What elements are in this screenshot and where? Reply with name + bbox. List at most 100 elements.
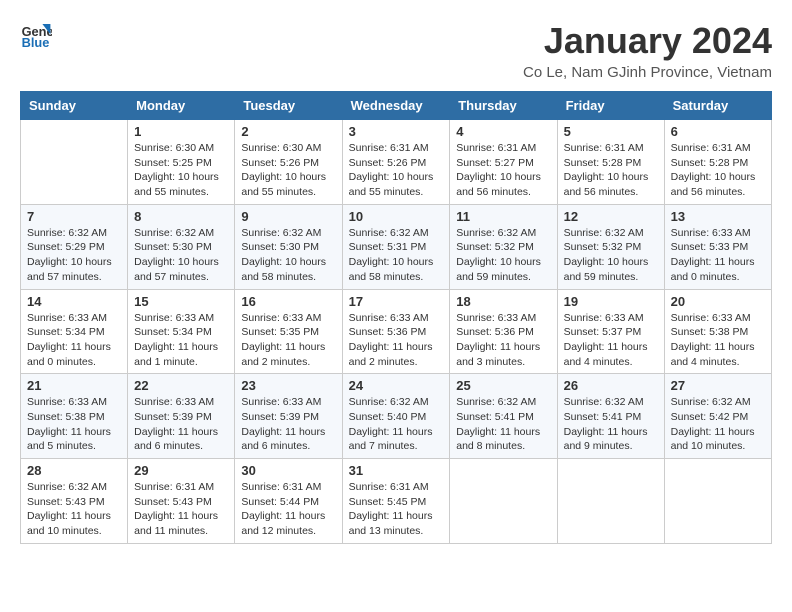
header-tuesday: Tuesday bbox=[235, 92, 342, 120]
day-info: Sunrise: 6:33 AM Sunset: 5:33 PM Dayligh… bbox=[671, 226, 765, 285]
calendar-cell: 27Sunrise: 6:32 AM Sunset: 5:42 PM Dayli… bbox=[664, 374, 771, 459]
day-info: Sunrise: 6:32 AM Sunset: 5:30 PM Dayligh… bbox=[241, 226, 335, 285]
calendar-cell: 1 Sunrise: 6:30 AM Sunset: 5:25 PM Daylig… bbox=[128, 120, 235, 205]
calendar-cell: 30Sunrise: 6:31 AM Sunset: 5:44 PM Dayli… bbox=[235, 459, 342, 544]
calendar-cell: 18Sunrise: 6:33 AM Sunset: 5:36 PM Dayli… bbox=[450, 289, 557, 374]
calendar-cell: 11 Sunrise: 6:32 AM Sunset: 5:32 PM Dayli… bbox=[450, 204, 557, 289]
day-info: Sunrise: 6:32 AM Sunset: 5:41 PM Dayligh… bbox=[456, 395, 550, 454]
calendar-cell: 5 Sunrise: 6:31 AM Sunset: 5:28 PM Daylig… bbox=[557, 120, 664, 205]
day-number: 16 bbox=[241, 294, 335, 309]
calendar-cell: 2Sunrise: 6:30 AM Sunset: 5:26 PM Daylig… bbox=[235, 120, 342, 205]
day-number: 9 bbox=[241, 209, 335, 224]
page-title: January 2024 bbox=[523, 20, 772, 62]
day-info: Sunrise: 6:31 AM Sunset: 5:27 PM Dayligh… bbox=[456, 141, 550, 200]
calendar-cell bbox=[664, 459, 771, 544]
calendar-cell: 8Sunrise: 6:32 AM Sunset: 5:30 PM Daylig… bbox=[128, 204, 235, 289]
day-number: 3 bbox=[349, 124, 444, 139]
day-info: Sunrise: 6:33 AM Sunset: 5:36 PM Dayligh… bbox=[456, 311, 550, 370]
calendar-table: SundayMondayTuesdayWednesdayThursdayFrid… bbox=[20, 91, 772, 544]
day-info: Sunrise: 6:32 AM Sunset: 5:43 PM Dayligh… bbox=[27, 480, 121, 539]
calendar-cell: 6 Sunrise: 6:31 AM Sunset: 5:28 PM Daylig… bbox=[664, 120, 771, 205]
day-number: 14 bbox=[27, 294, 121, 309]
day-number: 4 bbox=[456, 124, 550, 139]
calendar-week-5: 28Sunrise: 6:32 AM Sunset: 5:43 PM Dayli… bbox=[21, 459, 772, 544]
day-info: Sunrise: 6:31 AM Sunset: 5:28 PM Dayligh… bbox=[671, 141, 765, 200]
calendar-week-4: 21 Sunrise: 6:33 AM Sunset: 5:38 PM Dayli… bbox=[21, 374, 772, 459]
day-number: 22 bbox=[134, 378, 228, 393]
day-number: 26 bbox=[564, 378, 658, 393]
day-number: 6 bbox=[671, 124, 765, 139]
day-number: 8 bbox=[134, 209, 228, 224]
day-info: Sunrise: 6:31 AM Sunset: 5:45 PM Dayligh… bbox=[349, 480, 444, 539]
calendar-cell: 20 Sunrise: 6:33 AM Sunset: 5:38 PM Dayli… bbox=[664, 289, 771, 374]
day-number: 12 bbox=[564, 209, 658, 224]
day-info: Sunrise: 6:32 AM Sunset: 5:31 PM Dayligh… bbox=[349, 226, 444, 285]
day-info: Sunrise: 6:31 AM Sunset: 5:26 PM Dayligh… bbox=[349, 141, 444, 200]
day-info: Sunrise: 6:33 AM Sunset: 5:39 PM Dayligh… bbox=[241, 395, 335, 454]
day-info: Sunrise: 6:32 AM Sunset: 5:32 PM Dayligh… bbox=[564, 226, 658, 285]
day-info: Sunrise: 6:33 AM Sunset: 5:34 PM Dayligh… bbox=[27, 311, 121, 370]
day-number: 11 bbox=[456, 209, 550, 224]
calendar-cell: 24Sunrise: 6:32 AM Sunset: 5:40 PM Dayli… bbox=[342, 374, 450, 459]
calendar-cell: 16 Sunrise: 6:33 AM Sunset: 5:35 PM Dayli… bbox=[235, 289, 342, 374]
day-number: 1 bbox=[134, 124, 228, 139]
header-sunday: Sunday bbox=[21, 92, 128, 120]
calendar-cell: 17 Sunrise: 6:33 AM Sunset: 5:36 PM Dayli… bbox=[342, 289, 450, 374]
day-number: 15 bbox=[134, 294, 228, 309]
day-info: Sunrise: 6:33 AM Sunset: 5:39 PM Dayligh… bbox=[134, 395, 228, 454]
day-number: 25 bbox=[456, 378, 550, 393]
day-info: Sunrise: 6:32 AM Sunset: 5:29 PM Dayligh… bbox=[27, 226, 121, 285]
calendar-header-row: SundayMondayTuesdayWednesdayThursdayFrid… bbox=[21, 92, 772, 120]
calendar-cell: 14 Sunrise: 6:33 AM Sunset: 5:34 PM Dayli… bbox=[21, 289, 128, 374]
header-friday: Friday bbox=[557, 92, 664, 120]
calendar-cell: 29Sunrise: 6:31 AM Sunset: 5:43 PM Dayli… bbox=[128, 459, 235, 544]
day-info: Sunrise: 6:32 AM Sunset: 5:32 PM Dayligh… bbox=[456, 226, 550, 285]
calendar-cell: 21 Sunrise: 6:33 AM Sunset: 5:38 PM Dayli… bbox=[21, 374, 128, 459]
calendar-week-2: 7 Sunrise: 6:32 AM Sunset: 5:29 PM Daylig… bbox=[21, 204, 772, 289]
day-info: Sunrise: 6:32 AM Sunset: 5:41 PM Dayligh… bbox=[564, 395, 658, 454]
day-info: Sunrise: 6:33 AM Sunset: 5:38 PM Dayligh… bbox=[671, 311, 765, 370]
calendar-cell: 19 Sunrise: 6:33 AM Sunset: 5:37 PM Dayli… bbox=[557, 289, 664, 374]
day-number: 7 bbox=[27, 209, 121, 224]
day-number: 27 bbox=[671, 378, 765, 393]
day-number: 20 bbox=[671, 294, 765, 309]
day-info: Sunrise: 6:31 AM Sunset: 5:28 PM Dayligh… bbox=[564, 141, 658, 200]
day-number: 23 bbox=[241, 378, 335, 393]
header-saturday: Saturday bbox=[664, 92, 771, 120]
day-number: 31 bbox=[349, 463, 444, 478]
calendar-cell: 22 Sunrise: 6:33 AM Sunset: 5:39 PM Dayli… bbox=[128, 374, 235, 459]
day-info: Sunrise: 6:33 AM Sunset: 5:37 PM Dayligh… bbox=[564, 311, 658, 370]
calendar-cell: 7 Sunrise: 6:32 AM Sunset: 5:29 PM Daylig… bbox=[21, 204, 128, 289]
day-number: 5 bbox=[564, 124, 658, 139]
title-section: January 2024 Co Le, Nam GJinh Province, … bbox=[523, 20, 772, 81]
calendar-cell: 9 Sunrise: 6:32 AM Sunset: 5:30 PM Daylig… bbox=[235, 204, 342, 289]
calendar-cell: 12 Sunrise: 6:32 AM Sunset: 5:32 PM Dayli… bbox=[557, 204, 664, 289]
day-info: Sunrise: 6:32 AM Sunset: 5:40 PM Dayligh… bbox=[349, 395, 444, 454]
calendar-cell: 26 Sunrise: 6:32 AM Sunset: 5:41 PM Dayli… bbox=[557, 374, 664, 459]
day-info: Sunrise: 6:30 AM Sunset: 5:25 PM Dayligh… bbox=[134, 141, 228, 200]
calendar-week-3: 14 Sunrise: 6:33 AM Sunset: 5:34 PM Dayli… bbox=[21, 289, 772, 374]
calendar-cell: 13Sunrise: 6:33 AM Sunset: 5:33 PM Dayli… bbox=[664, 204, 771, 289]
calendar-cell: 4 Sunrise: 6:31 AM Sunset: 5:27 PM Daylig… bbox=[450, 120, 557, 205]
day-info: Sunrise: 6:33 AM Sunset: 5:35 PM Dayligh… bbox=[241, 311, 335, 370]
calendar-week-1: 1 Sunrise: 6:30 AM Sunset: 5:25 PM Daylig… bbox=[21, 120, 772, 205]
logo-icon: General Blue bbox=[20, 20, 52, 52]
header-monday: Monday bbox=[128, 92, 235, 120]
page-header: General Blue January 2024 Co Le, Nam GJi… bbox=[20, 20, 772, 81]
day-info: Sunrise: 6:31 AM Sunset: 5:44 PM Dayligh… bbox=[241, 480, 335, 539]
day-info: Sunrise: 6:33 AM Sunset: 5:34 PM Dayligh… bbox=[134, 311, 228, 370]
header-wednesday: Wednesday bbox=[342, 92, 450, 120]
day-number: 17 bbox=[349, 294, 444, 309]
day-info: Sunrise: 6:33 AM Sunset: 5:36 PM Dayligh… bbox=[349, 311, 444, 370]
page-subtitle: Co Le, Nam GJinh Province, Vietnam bbox=[523, 64, 772, 81]
calendar-cell: 23 Sunrise: 6:33 AM Sunset: 5:39 PM Dayli… bbox=[235, 374, 342, 459]
calendar-cell: 25 Sunrise: 6:32 AM Sunset: 5:41 PM Dayli… bbox=[450, 374, 557, 459]
calendar-cell: 15 Sunrise: 6:33 AM Sunset: 5:34 PM Dayli… bbox=[128, 289, 235, 374]
calendar-cell: 31 Sunrise: 6:31 AM Sunset: 5:45 PM Dayli… bbox=[342, 459, 450, 544]
day-number: 21 bbox=[27, 378, 121, 393]
calendar-cell: 28Sunrise: 6:32 AM Sunset: 5:43 PM Dayli… bbox=[21, 459, 128, 544]
day-info: Sunrise: 6:33 AM Sunset: 5:38 PM Dayligh… bbox=[27, 395, 121, 454]
day-number: 19 bbox=[564, 294, 658, 309]
day-info: Sunrise: 6:30 AM Sunset: 5:26 PM Dayligh… bbox=[241, 141, 335, 200]
day-number: 10 bbox=[349, 209, 444, 224]
